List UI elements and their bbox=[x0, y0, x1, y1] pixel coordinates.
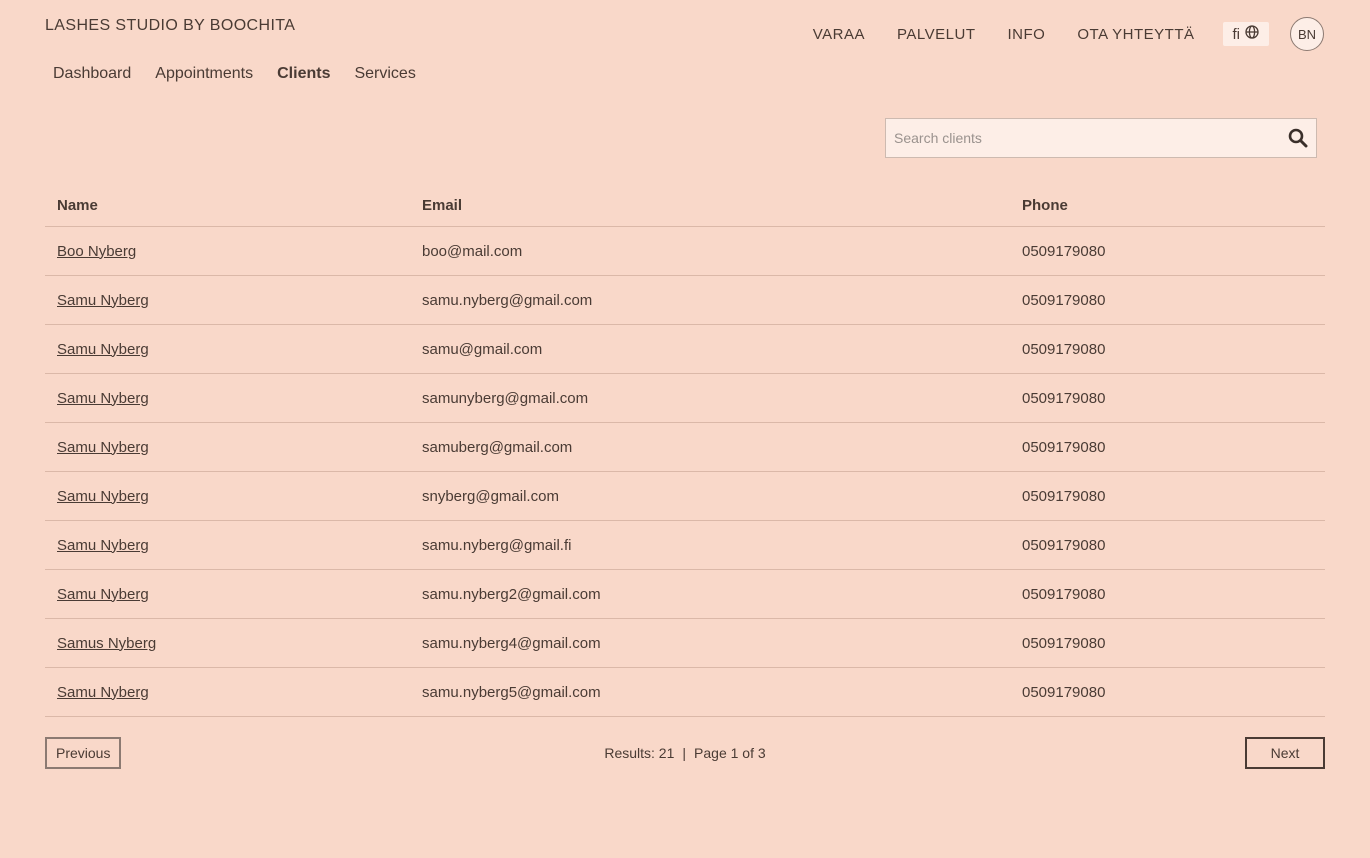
client-phone: 0509179080 bbox=[1010, 324, 1325, 374]
tab-services[interactable]: Services bbox=[354, 65, 415, 83]
header-email[interactable]: Email bbox=[410, 185, 1010, 227]
client-phone: 0509179080 bbox=[1010, 618, 1325, 668]
client-email: samu.nyberg5@gmail.com bbox=[410, 667, 1010, 717]
client-email: snyberg@gmail.com bbox=[410, 471, 1010, 521]
table-row: Samu Nyberg samunyberg@gmail.com 0509179… bbox=[45, 373, 1325, 423]
client-name-link[interactable]: Samu Nyberg bbox=[57, 341, 149, 358]
table-row: Samu Nyberg samu.nyberg5@gmail.com 05091… bbox=[45, 667, 1325, 717]
client-name-link[interactable]: Samu Nyberg bbox=[57, 537, 149, 554]
search-icon[interactable] bbox=[1280, 128, 1316, 148]
client-name-link[interactable]: Boo Nyberg bbox=[57, 243, 136, 260]
language-code: fi bbox=[1232, 25, 1241, 43]
table-row: Samu Nyberg samu@gmail.com 0509179080 bbox=[45, 324, 1325, 374]
table-row: Samu Nyberg samu.nyberg@gmail.com 050917… bbox=[45, 275, 1325, 325]
client-email: samu@gmail.com bbox=[410, 324, 1010, 374]
language-switcher[interactable]: fi bbox=[1222, 22, 1269, 46]
separator: | bbox=[682, 745, 687, 761]
clients-table: Name Email Phone Boo Nyberg boo@mail.com… bbox=[45, 185, 1325, 717]
client-name-link[interactable]: Samu Nyberg bbox=[57, 488, 149, 505]
header-phone[interactable]: Phone bbox=[1010, 185, 1325, 227]
table-row: Samu Nyberg samuberg@gmail.com 050917908… bbox=[45, 422, 1325, 472]
nav-contact[interactable]: OTA YHTEYTTÄ bbox=[1077, 26, 1194, 43]
client-email: samu.nyberg2@gmail.com bbox=[410, 569, 1010, 619]
client-phone: 0509179080 bbox=[1010, 373, 1325, 423]
nav-info[interactable]: INFO bbox=[1008, 26, 1046, 43]
client-phone: 0509179080 bbox=[1010, 667, 1325, 717]
client-email: samu.nyberg@gmail.fi bbox=[410, 520, 1010, 570]
table-row: Samus Nyberg samu.nyberg4@gmail.com 0509… bbox=[45, 618, 1325, 668]
client-name-link[interactable]: Samus Nyberg bbox=[57, 635, 156, 652]
client-email: samunyberg@gmail.com bbox=[410, 373, 1010, 423]
search-input[interactable] bbox=[886, 130, 1280, 146]
nav-varaa[interactable]: VARAA bbox=[813, 26, 865, 43]
pagination: Previous Results: 21 | Page 1 of 3 Next bbox=[45, 737, 1325, 769]
client-email: samu.nyberg@gmail.com bbox=[410, 275, 1010, 325]
client-name-link[interactable]: Samu Nyberg bbox=[57, 684, 149, 701]
client-email: boo@mail.com bbox=[410, 226, 1010, 276]
table-row: Samu Nyberg samu.nyberg2@gmail.com 05091… bbox=[45, 569, 1325, 619]
client-phone: 0509179080 bbox=[1010, 471, 1325, 521]
client-name-link[interactable]: Samu Nyberg bbox=[57, 586, 149, 603]
header-name[interactable]: Name bbox=[45, 185, 410, 227]
next-button[interactable]: Next bbox=[1245, 737, 1325, 769]
client-name-link[interactable]: Samu Nyberg bbox=[57, 439, 149, 456]
tab-dashboard[interactable]: Dashboard bbox=[53, 65, 131, 83]
brand-title[interactable]: LASHES STUDIO BY BOOCHITA bbox=[45, 17, 295, 35]
client-phone: 0509179080 bbox=[1010, 569, 1325, 619]
client-phone: 0509179080 bbox=[1010, 520, 1325, 570]
table-header-row: Name Email Phone bbox=[45, 185, 1325, 227]
nav-palvelut[interactable]: PALVELUT bbox=[897, 26, 975, 43]
client-phone: 0509179080 bbox=[1010, 226, 1325, 276]
pagination-info: Results: 21 | Page 1 of 3 bbox=[45, 745, 1325, 761]
client-phone: 0509179080 bbox=[1010, 275, 1325, 325]
top-nav: VARAA PALVELUT INFO OTA YHTEYTTÄ fi BN bbox=[781, 17, 1324, 51]
client-phone: 0509179080 bbox=[1010, 422, 1325, 472]
user-avatar[interactable]: BN bbox=[1290, 17, 1324, 51]
table-row: Boo Nyberg boo@mail.com 0509179080 bbox=[45, 226, 1325, 276]
client-email: samuberg@gmail.com bbox=[410, 422, 1010, 472]
search-box bbox=[885, 118, 1317, 158]
client-email: samu.nyberg4@gmail.com bbox=[410, 618, 1010, 668]
admin-tabs: Dashboard Appointments Clients Services bbox=[53, 65, 440, 83]
results-count: Results: 21 bbox=[604, 745, 675, 761]
tab-clients[interactable]: Clients bbox=[277, 65, 330, 83]
client-name-link[interactable]: Samu Nyberg bbox=[57, 292, 149, 309]
tab-appointments[interactable]: Appointments bbox=[155, 65, 253, 83]
globe-icon bbox=[1245, 25, 1259, 43]
table-row: Samu Nyberg samu.nyberg@gmail.fi 0509179… bbox=[45, 520, 1325, 570]
client-name-link[interactable]: Samu Nyberg bbox=[57, 390, 149, 407]
table-row: Samu Nyberg snyberg@gmail.com 0509179080 bbox=[45, 471, 1325, 521]
page-indicator: Page 1 of 3 bbox=[694, 745, 766, 761]
